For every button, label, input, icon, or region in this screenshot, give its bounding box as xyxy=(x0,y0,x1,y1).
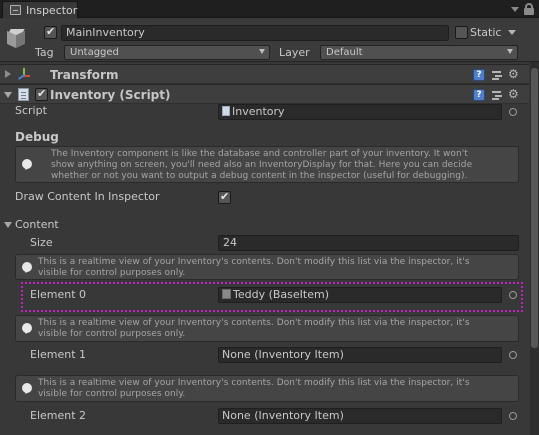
element-label: Element 1 xyxy=(30,348,87,361)
element-field[interactable]: Teddy (BaseItem) xyxy=(218,287,502,303)
element-field[interactable]: None (Inventory Item) xyxy=(218,347,502,363)
object-picker-icon[interactable] xyxy=(509,412,517,420)
scrollbar-thumb[interactable] xyxy=(531,68,538,348)
tag-label: Tag xyxy=(35,46,54,59)
lock-icon[interactable] xyxy=(523,3,535,15)
content-label[interactable]: Content xyxy=(15,218,59,231)
debug-heading: Debug xyxy=(15,130,59,144)
presets-icon[interactable] xyxy=(491,89,503,101)
element-field[interactable]: None (Inventory Item) xyxy=(218,408,502,424)
layer-dropdown[interactable]: Default xyxy=(320,45,518,60)
info-icon xyxy=(22,383,32,394)
script-label: Script xyxy=(15,104,47,117)
tab-label: Inspector xyxy=(26,4,78,17)
element-help-line-2: visible for control purposes only. xyxy=(38,268,186,278)
inspector-icon xyxy=(10,5,21,15)
inventory-component-header[interactable]: Inventory (Script) ? ⚙ xyxy=(0,84,529,104)
static-label: Static xyxy=(470,26,502,39)
layer-value: Default xyxy=(326,47,363,58)
static-checkbox[interactable] xyxy=(455,26,468,39)
tab-inspector[interactable]: Inspector xyxy=(2,1,78,18)
object-picker-icon[interactable] xyxy=(509,351,517,359)
draw-content-label: Draw Content In Inspector xyxy=(15,190,160,203)
inventory-title: Inventory (Script) xyxy=(50,88,171,102)
element-help-box: This is a realtime view of your Inventor… xyxy=(15,375,519,402)
transform-title: Transform xyxy=(50,68,119,82)
element-help-line-2: visible for control purposes only. xyxy=(38,389,186,399)
draw-content-checkbox[interactable] xyxy=(218,190,231,204)
element-value: Teddy (BaseItem) xyxy=(233,288,329,301)
foldout-expanded-icon[interactable] xyxy=(4,92,12,98)
debug-help-line-3: whether or not you want to output a debu… xyxy=(51,171,468,181)
element-value: None (Inventory Item) xyxy=(222,409,344,422)
foldout-collapsed-icon[interactable] xyxy=(5,70,11,78)
element-help-box: This is a realtime view of your Inventor… xyxy=(15,254,519,280)
window-menu-icon[interactable] xyxy=(508,2,522,16)
active-checkbox[interactable] xyxy=(44,25,57,39)
element-help-line-1: This is a realtime view of your Inventor… xyxy=(38,378,470,388)
transform-axis-icon xyxy=(18,68,31,81)
info-icon xyxy=(22,323,32,334)
script-value: Inventory xyxy=(232,105,285,118)
element-label: Element 0 xyxy=(30,288,87,301)
element-help-line-1: This is a realtime view of your Inventor… xyxy=(38,318,470,328)
element-help-box: This is a realtime view of your Inventor… xyxy=(15,315,519,342)
debug-help-box: The Inventory component is like the data… xyxy=(15,146,519,183)
element-label: Element 2 xyxy=(30,409,87,422)
element-help-line-1: This is a realtime view of your Inventor… xyxy=(38,257,470,267)
info-icon xyxy=(22,262,32,273)
chevron-down-icon xyxy=(507,49,513,54)
script-file-icon xyxy=(18,88,29,101)
element-help-line-2: visible for control purposes only. xyxy=(38,329,186,339)
tab-bar xyxy=(0,0,539,18)
gear-icon[interactable]: ⚙ xyxy=(508,68,519,80)
script-field[interactable]: Inventory xyxy=(218,104,502,120)
content-foldout-icon[interactable] xyxy=(4,222,12,228)
size-label: Size xyxy=(30,236,53,249)
script-icon xyxy=(222,106,230,116)
layer-label: Layer xyxy=(279,46,310,59)
tag-value: Untagged xyxy=(70,47,119,58)
info-icon xyxy=(22,159,32,170)
size-field[interactable]: 24 xyxy=(218,235,519,251)
static-dropdown-icon[interactable] xyxy=(508,30,516,35)
element-value: None (Inventory Item) xyxy=(222,348,344,361)
gameobject-header: MainInventory Static Tag Untagged Layer … xyxy=(0,19,539,62)
help-icon[interactable]: ? xyxy=(473,89,485,101)
help-icon[interactable]: ? xyxy=(473,69,485,81)
object-picker-icon[interactable] xyxy=(509,291,517,299)
gear-icon[interactable]: ⚙ xyxy=(508,88,519,100)
gameobject-cube-icon xyxy=(7,27,27,49)
debug-help-line-1: The Inventory component is like the data… xyxy=(51,149,468,159)
object-picker-icon[interactable] xyxy=(509,108,517,116)
presets-icon[interactable] xyxy=(491,69,503,81)
chevron-down-icon xyxy=(259,49,265,54)
inventory-enabled-checkbox[interactable] xyxy=(35,87,48,101)
debug-help-line-2: show anything on screen, you'll need als… xyxy=(51,160,473,170)
object-name-field[interactable]: MainInventory xyxy=(61,25,449,41)
tag-dropdown[interactable]: Untagged xyxy=(64,45,270,60)
item-icon xyxy=(222,289,231,299)
transform-component-header[interactable]: Transform ? ⚙ xyxy=(0,64,529,84)
